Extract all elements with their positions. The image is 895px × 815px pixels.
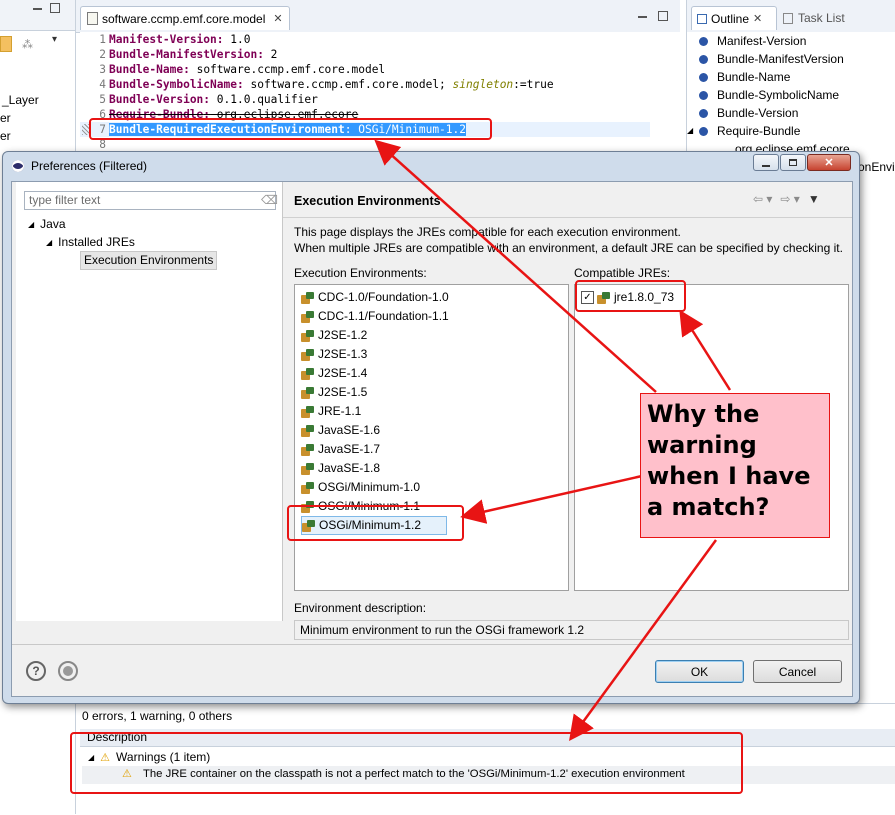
annotation-callout: Why the warning when I have a match? — [640, 393, 830, 538]
arrow-to-jre — [679, 309, 732, 391]
arrow-to-environment — [460, 474, 643, 524]
arrow-to-manifest — [374, 139, 657, 393]
arrow-to-warning — [569, 539, 718, 742]
